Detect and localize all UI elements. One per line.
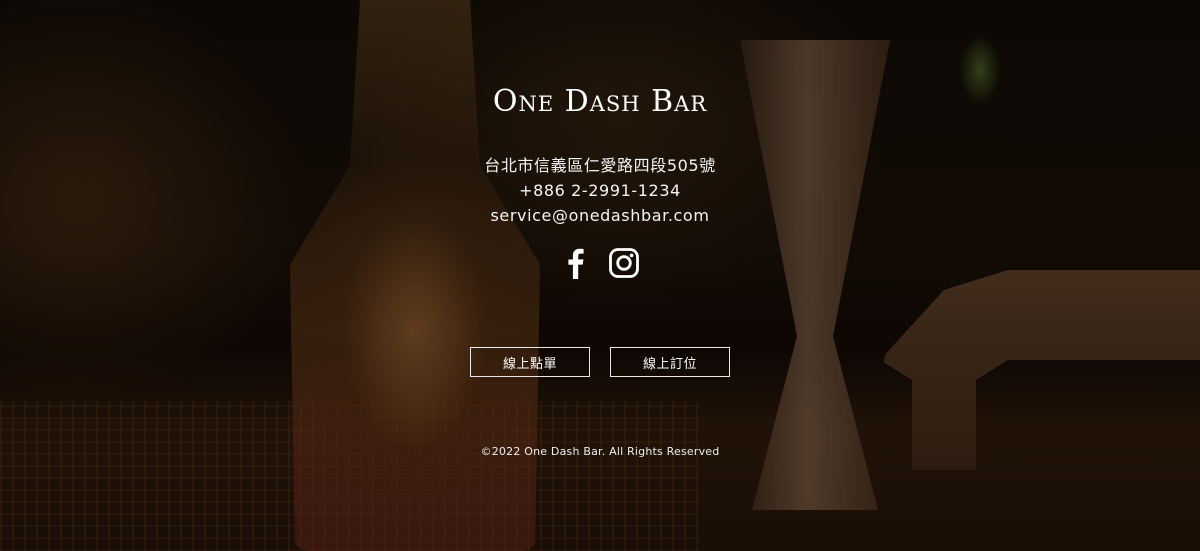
facebook-icon xyxy=(568,248,584,279)
order-online-button[interactable]: 線上點單 xyxy=(470,347,590,377)
phone-text[interactable]: +886 2-2991-1234 xyxy=(484,178,716,203)
copyright-text: ©2022 One Dash Bar. All Rights Reserved xyxy=(480,445,720,458)
book-online-button[interactable]: 線上訂位 xyxy=(610,347,730,377)
instagram-icon xyxy=(609,248,639,278)
brand-title: One Dash Bar xyxy=(492,84,708,119)
site-footer: One Dash Bar 台北市信義區仁愛路四段505號 +886 2-2991… xyxy=(0,0,1200,551)
contact-info: 台北市信義區仁愛路四段505號 +886 2-2991-1234 service… xyxy=(484,153,716,228)
social-links xyxy=(559,246,641,280)
action-buttons: 線上點單 線上訂位 xyxy=(470,347,730,377)
address-text: 台北市信義區仁愛路四段505號 xyxy=(484,156,716,175)
email-text[interactable]: service@onedashbar.com xyxy=(484,203,716,228)
instagram-link[interactable] xyxy=(607,246,641,280)
facebook-link[interactable] xyxy=(559,246,593,280)
